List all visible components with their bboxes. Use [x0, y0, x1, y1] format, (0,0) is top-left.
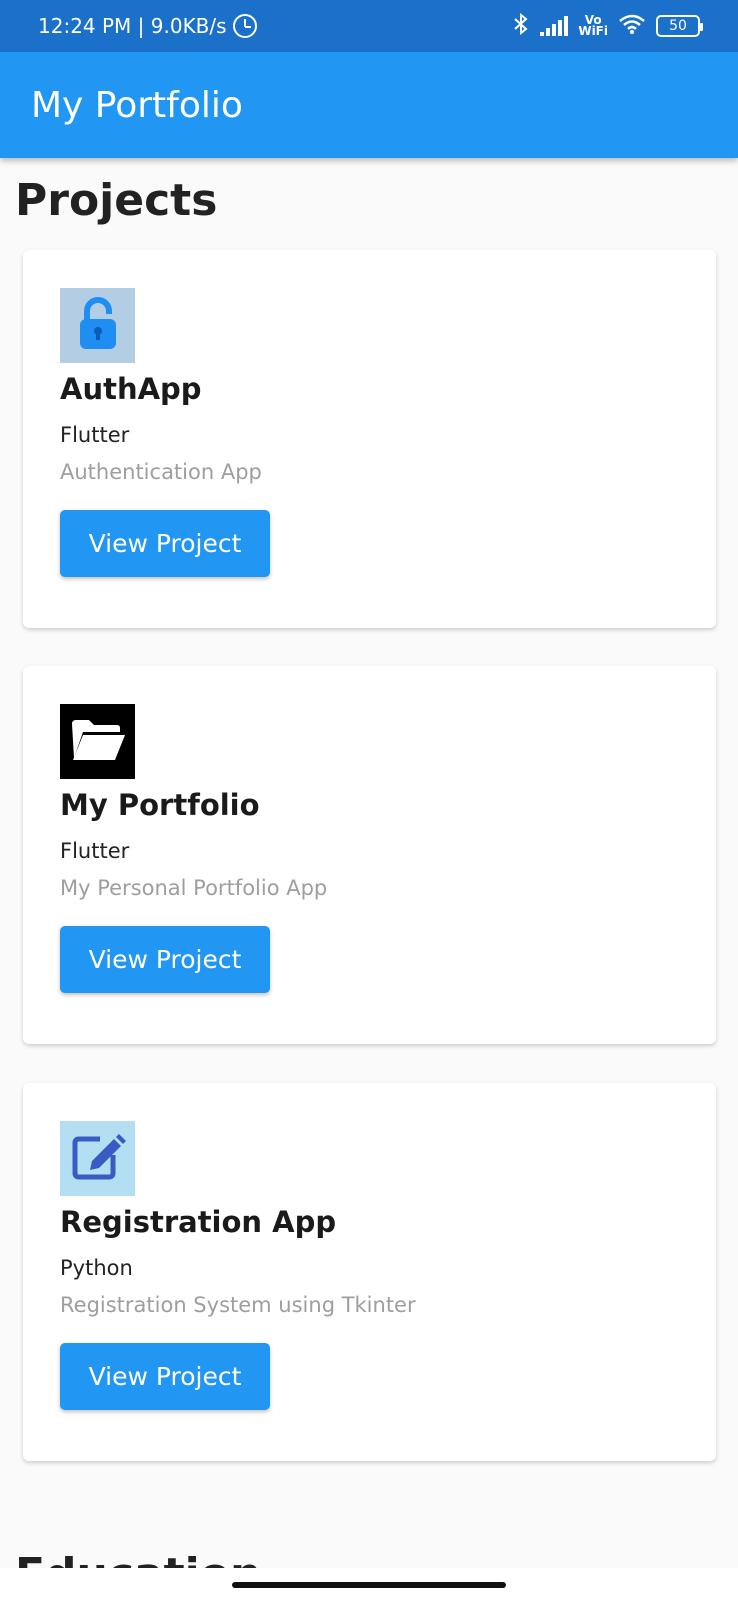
view-project-button[interactable]: View Project — [60, 926, 270, 993]
project-name: AuthApp — [60, 372, 202, 406]
project-name: My Portfolio — [60, 788, 260, 822]
edit-icon — [70, 1133, 126, 1185]
project-card-registration-app: Registration App Python Registration Sys… — [23, 1083, 716, 1461]
app-title: My Portfolio — [31, 84, 243, 126]
project-description: My Personal Portfolio App — [60, 876, 328, 900]
view-project-button[interactable]: View Project — [60, 1343, 270, 1410]
lock-icon — [78, 296, 118, 355]
project-card-my-portfolio: My Portfolio Flutter My Personal Portfol… — [23, 666, 716, 1044]
project-card-authapp: AuthApp Flutter Authentication App View … — [23, 250, 716, 628]
alarm-icon — [232, 14, 257, 38]
project-tech: Flutter — [60, 423, 130, 447]
status-bar: 12:24 PM | 9.0KB/s Vo WiFi 50 — [0, 0, 738, 52]
projects-heading: Projects — [15, 175, 218, 226]
project-name: Registration App — [60, 1205, 337, 1239]
signal-icon — [540, 16, 569, 36]
folder-icon — [69, 718, 127, 766]
battery-icon: 50 — [656, 15, 703, 37]
wifi-icon — [618, 13, 646, 40]
project-thumbnail — [60, 288, 135, 363]
project-description: Registration System using Tkinter — [60, 1293, 416, 1317]
project-description: Authentication App — [60, 460, 262, 484]
home-indicator[interactable] — [232, 1582, 506, 1588]
project-tech: Flutter — [60, 839, 130, 863]
project-tech: Python — [60, 1256, 133, 1280]
view-project-button[interactable]: View Project — [60, 510, 270, 577]
battery-level: 50 — [669, 18, 687, 34]
status-time-speed: 12:24 PM | 9.0KB/s — [38, 14, 227, 38]
project-thumbnail — [60, 704, 135, 779]
bluetooth-icon — [512, 12, 530, 41]
vowifi-icon: Vo WiFi — [578, 13, 608, 38]
app-bar: My Portfolio — [0, 52, 738, 158]
project-thumbnail — [60, 1121, 135, 1196]
